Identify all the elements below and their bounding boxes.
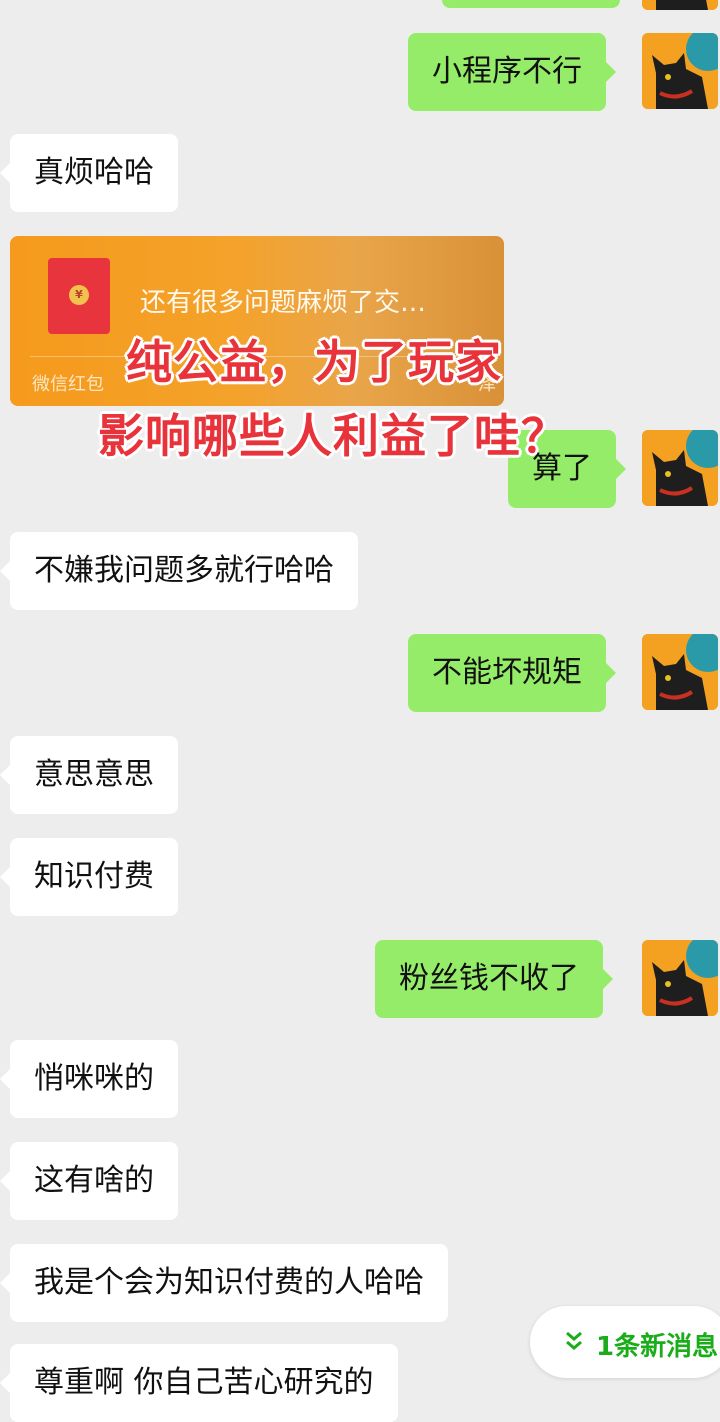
double-chevron-down-icon: [566, 1331, 582, 1350]
black-cat-avatar-icon: [642, 33, 718, 109]
message-text: 意思意思: [34, 757, 154, 792]
message-text: 尊重啊 你自己苦心研究的: [34, 1365, 374, 1400]
avatar[interactable]: [642, 33, 718, 109]
message-bubble[interactable]: 尊重啊 你自己苦心研究的: [0, 1344, 398, 1422]
message-bubble[interactable]: 意思意思: [0, 736, 178, 814]
message-bubble[interactable]: 小程序不行: [408, 33, 616, 111]
message-text: 粉丝钱不收了: [399, 961, 579, 996]
message-bubble[interactable]: 不嫌我问题多就行哈哈: [0, 532, 358, 610]
overlay-caption-line-2: 影响哪些人利益了哇？: [98, 409, 568, 463]
message-bubble[interactable]: 不能坏规矩: [408, 634, 616, 712]
black-cat-avatar-icon: [642, 430, 718, 506]
message-text: 知识付费: [34, 859, 154, 894]
new-messages-label: 1条新消息: [596, 1332, 719, 1362]
partial-message-bubble[interactable]: [442, 0, 620, 8]
message-text: 悄咪咪的: [34, 1061, 154, 1096]
red-packet-label: 微信红包: [32, 374, 104, 395]
message-text: 真烦哈哈: [34, 155, 154, 190]
message-text: 不能坏规矩: [432, 655, 582, 690]
message-text: 我是个会为知识付费的人哈哈: [34, 1265, 424, 1300]
black-cat-avatar-icon: [642, 0, 718, 10]
red-envelope-icon: ¥: [48, 258, 110, 334]
message-bubble[interactable]: 悄咪咪的: [0, 1040, 178, 1118]
message-bubble[interactable]: 知识付费: [0, 838, 178, 916]
message-text: 不嫌我问题多就行哈哈: [34, 553, 334, 588]
message-text: 小程序不行: [432, 54, 582, 89]
message-bubble[interactable]: 我是个会为知识付费的人哈哈: [0, 1244, 448, 1322]
chat-area[interactable]: 小程序不行 真烦哈哈 ¥ 还有很多问题麻烦了交… 微信红包 泽 算了 纯公益，为…: [0, 0, 720, 1422]
new-messages-button[interactable]: 1条新消息: [530, 1306, 720, 1378]
message-bubble[interactable]: 这有啥的: [0, 1142, 178, 1220]
avatar[interactable]: [642, 0, 718, 10]
black-cat-avatar-icon: [642, 634, 718, 710]
black-cat-avatar-icon: [642, 940, 718, 1016]
message-bubble[interactable]: 粉丝钱不收了: [375, 940, 613, 1018]
red-packet-message: 还有很多问题麻烦了交…: [140, 288, 427, 318]
message-text: 这有啥的: [34, 1163, 154, 1198]
coin-icon: ¥: [69, 285, 89, 305]
overlay-caption-line-1: 纯公益，为了玩家: [126, 335, 502, 389]
avatar[interactable]: [642, 430, 718, 506]
avatar[interactable]: [642, 634, 718, 710]
message-bubble[interactable]: 真烦哈哈: [0, 134, 178, 212]
avatar[interactable]: [642, 940, 718, 1016]
